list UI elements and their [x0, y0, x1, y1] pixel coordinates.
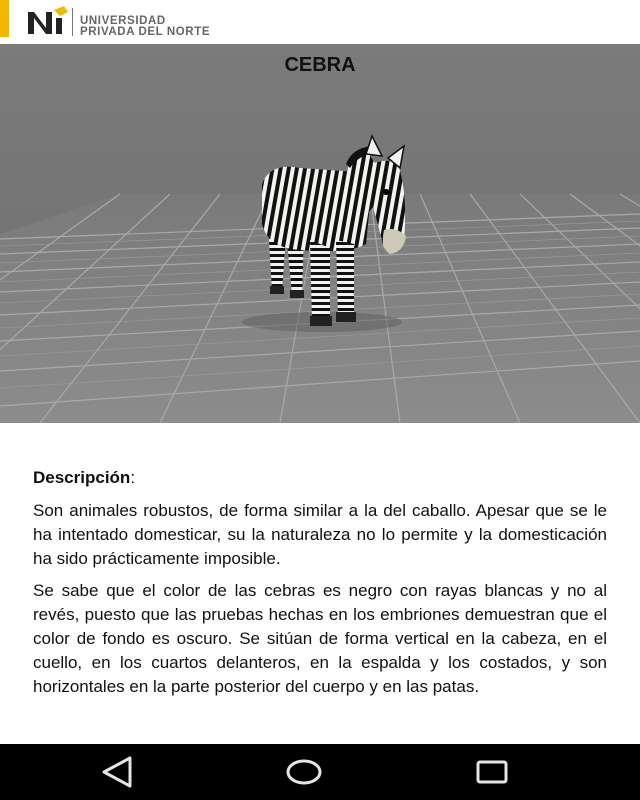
- description-heading: Descripción:: [33, 467, 607, 489]
- app-header: UNIVERSIDAD PRIVADA DEL NORTE: [0, 0, 640, 44]
- back-icon: [102, 756, 132, 788]
- home-icon: [286, 759, 322, 785]
- system-nav-bar: [0, 744, 640, 800]
- description-heading-label: Descripción: [33, 468, 131, 487]
- model-title: CEBRA: [284, 54, 356, 76]
- university-name: UNIVERSIDAD PRIVADA DEL NORTE: [80, 15, 211, 38]
- home-button[interactable]: [280, 754, 328, 790]
- model-viewport[interactable]: CEBRA: [0, 44, 640, 423]
- university-name-line2: PRIVADA DEL NORTE: [80, 26, 211, 38]
- logo-divider: [72, 8, 73, 36]
- description-paragraph-1: Son animales robustos, de forma similar …: [33, 501, 607, 568]
- description-section: Descripción: Son animales robustos, de f…: [33, 467, 607, 707]
- back-button[interactable]: [94, 754, 142, 790]
- recents-button[interactable]: [468, 754, 516, 790]
- university-logo-icon: [28, 6, 68, 34]
- recents-icon: [476, 760, 508, 784]
- zebra-model: [242, 134, 406, 332]
- description-heading-colon: :: [130, 468, 136, 487]
- header-accent-bar: [0, 0, 9, 37]
- description-paragraph-2: Se sabe que el color de las cebras es ne…: [33, 581, 607, 696]
